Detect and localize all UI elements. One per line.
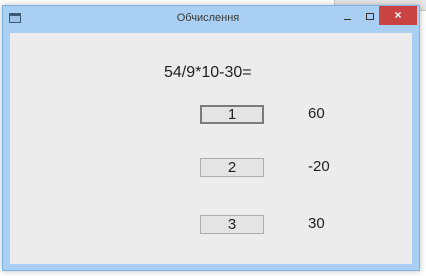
window-title: Обчислення bbox=[176, 12, 240, 24]
answer-value-1: 60 bbox=[308, 105, 325, 122]
expression-label: 54/9*10-30= bbox=[164, 64, 252, 81]
minimize-icon bbox=[344, 19, 351, 20]
answer-value-3: 30 bbox=[308, 215, 325, 232]
answer-value-2: -20 bbox=[308, 158, 330, 175]
maximize-icon bbox=[366, 13, 374, 20]
minimize-button[interactable] bbox=[338, 13, 358, 25]
app-icon bbox=[9, 13, 21, 23]
window-client-area: 54/9*10-30= 1 60 2 -20 3 30 bbox=[10, 33, 412, 264]
answer-button-3[interactable]: 3 bbox=[200, 215, 264, 234]
calculation-window: Обчислення × 54/9*10-30= 1 60 2 -20 3 30 bbox=[2, 5, 420, 271]
answer-button-1[interactable]: 1 bbox=[200, 105, 264, 124]
maximize-button[interactable] bbox=[361, 11, 379, 25]
answer-button-2[interactable]: 2 bbox=[200, 158, 264, 177]
close-button[interactable]: × bbox=[379, 6, 417, 25]
title-bar[interactable]: Обчислення × bbox=[3, 6, 419, 33]
